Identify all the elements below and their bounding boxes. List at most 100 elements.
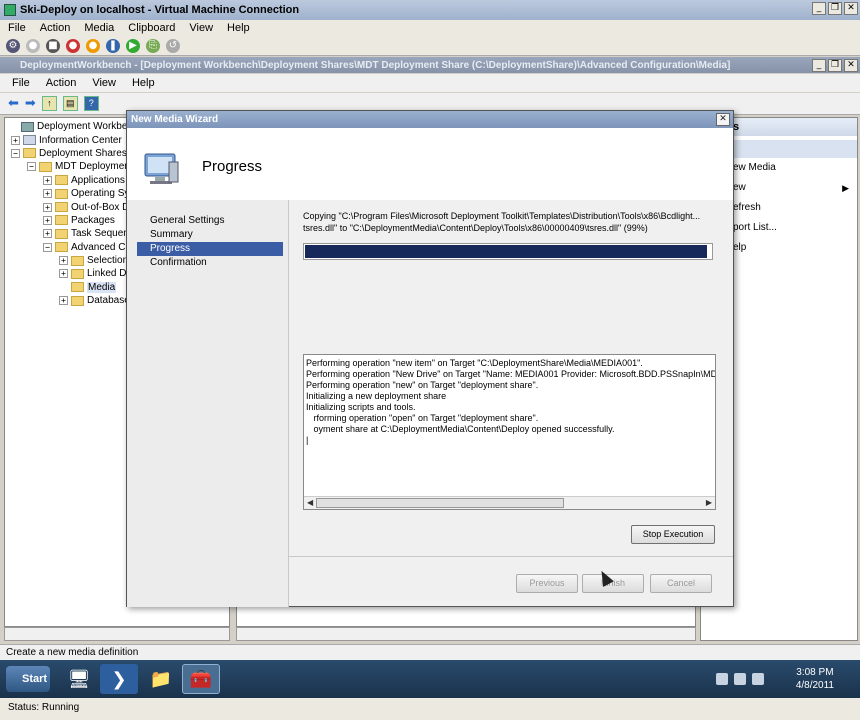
wizard-page-heading: Progress bbox=[202, 158, 263, 175]
network-icon[interactable] bbox=[734, 673, 746, 685]
log-line: Initializing a new deployment share bbox=[306, 391, 447, 401]
clock[interactable]: 3:08 PM 4/8/2011 bbox=[796, 666, 834, 692]
mmc-menu-help[interactable]: Help bbox=[132, 77, 155, 89]
media-folder-icon bbox=[71, 282, 84, 293]
vm-close-button[interactable]: ✕ bbox=[844, 2, 858, 15]
mmc-restore-button[interactable]: ❐ bbox=[828, 59, 842, 72]
mmc-window-title: DeploymentWorkbench - [Deployment Workbe… bbox=[20, 59, 731, 71]
tree-label: MDT Deployment bbox=[55, 161, 133, 173]
progress-bar bbox=[303, 243, 713, 260]
tree-horizontal-scrollbar[interactable] bbox=[4, 627, 230, 641]
log-line: Initializing scripts and tools. bbox=[306, 402, 416, 412]
mmc-title-bar: DeploymentWorkbench - [Deployment Workbe… bbox=[0, 57, 860, 73]
expand-toggle[interactable]: + bbox=[59, 269, 68, 279]
flag-icon[interactable] bbox=[716, 673, 728, 685]
forward-arrow-icon[interactable]: ➡ bbox=[25, 96, 36, 111]
tree-label: Operating Sy bbox=[71, 188, 130, 200]
finish-button[interactable]: Finish bbox=[582, 574, 644, 593]
folder-icon bbox=[55, 175, 68, 186]
vm-menu-media[interactable]: Media bbox=[84, 22, 114, 34]
divider bbox=[289, 556, 733, 557]
mmc-close-button[interactable]: ✕ bbox=[844, 59, 858, 72]
log-line: Performing operation "New Drive" on Targ… bbox=[306, 369, 715, 379]
vm-menu-file[interactable]: File bbox=[8, 22, 26, 34]
vm-title-bar: Ski-Deploy on localhost - Virtual Machin… bbox=[0, 0, 860, 20]
progress-bar-fill bbox=[305, 245, 707, 258]
tree-label: Applications bbox=[71, 174, 125, 186]
tree-label: Advanced Co bbox=[71, 241, 132, 253]
workbench-icon bbox=[21, 121, 34, 132]
ctrl-alt-del-icon[interactable]: ⚙ bbox=[6, 38, 20, 53]
turn-off-icon[interactable]: ■ bbox=[46, 38, 60, 53]
vm-menu-action[interactable]: Action bbox=[40, 22, 71, 34]
copying-line-1: Copying "C:\Program Files\Microsoft Depl… bbox=[303, 211, 701, 221]
expand-toggle[interactable]: + bbox=[59, 296, 68, 306]
system-tray bbox=[716, 673, 764, 685]
log-line: | bbox=[306, 435, 309, 445]
stop-execution-button[interactable]: Stop Execution bbox=[631, 525, 715, 544]
vm-minimize-button[interactable]: _ bbox=[812, 2, 826, 15]
expand-toggle[interactable]: − bbox=[43, 242, 52, 252]
expand-toggle[interactable]: + bbox=[43, 215, 52, 225]
results-horizontal-scrollbar[interactable] bbox=[236, 627, 696, 641]
expand-toggle[interactable]: − bbox=[11, 148, 20, 158]
server-manager-icon[interactable]: 🖥 bbox=[60, 664, 98, 694]
expand-toggle[interactable]: + bbox=[43, 202, 52, 212]
vm-toolbar: ⚙ ● ■ ● ● ❚ ▶ ⎘ ↺ bbox=[0, 36, 860, 56]
save-state-icon[interactable]: ● bbox=[86, 38, 100, 53]
deployment-workbench-taskbar-icon[interactable]: 🧰 bbox=[182, 664, 220, 694]
expand-toggle[interactable]: + bbox=[43, 175, 52, 185]
clock-time: 3:08 PM bbox=[796, 667, 834, 678]
mmc-menu-file[interactable]: File bbox=[12, 77, 30, 89]
expand-toggle[interactable]: + bbox=[43, 229, 52, 239]
mmc-menu-view[interactable]: View bbox=[92, 77, 116, 89]
folder-icon bbox=[71, 268, 84, 279]
step-general-settings: General Settings bbox=[150, 215, 225, 226]
tree-label: Information Center bbox=[39, 134, 122, 146]
expand-toggle[interactable]: + bbox=[43, 189, 52, 199]
vm-menu-clipboard[interactable]: Clipboard bbox=[128, 22, 175, 34]
start-vm-icon[interactable]: ● bbox=[26, 38, 40, 53]
step-progress: Progress bbox=[137, 242, 283, 256]
explorer-icon[interactable]: 📁 bbox=[142, 664, 180, 694]
folder-icon bbox=[23, 148, 36, 159]
info-center-icon bbox=[23, 135, 36, 146]
back-arrow-icon[interactable]: ⬅ bbox=[8, 96, 19, 111]
pause-icon[interactable]: ❚ bbox=[106, 38, 120, 53]
expand-toggle[interactable]: − bbox=[27, 162, 36, 172]
previous-button[interactable]: Previous bbox=[516, 574, 578, 593]
revert-icon[interactable]: ↺ bbox=[166, 38, 180, 53]
shutdown-icon[interactable]: ● bbox=[66, 38, 80, 53]
execution-log[interactable]: Performing operation "new item" on Targe… bbox=[303, 354, 716, 510]
scroll-left-icon[interactable]: ◀ bbox=[307, 497, 313, 509]
play-icon[interactable]: ▶ bbox=[126, 38, 140, 53]
scrollbar-thumb[interactable] bbox=[316, 498, 564, 508]
new-media-wizard-dialog: New Media Wizard ✕ Progress General Sett… bbox=[126, 110, 734, 607]
up-folder-icon[interactable]: ↑ bbox=[41, 96, 57, 111]
log-horizontal-scrollbar[interactable]: ◀ ▶ bbox=[304, 496, 715, 509]
snapshot-icon[interactable]: ⎘ bbox=[146, 38, 160, 53]
start-button[interactable]: Start bbox=[6, 666, 50, 692]
scroll-right-icon[interactable]: ▶ bbox=[706, 497, 712, 509]
mmc-menu-action[interactable]: Action bbox=[46, 77, 77, 89]
volume-icon[interactable] bbox=[752, 673, 764, 685]
wizard-close-button[interactable]: ✕ bbox=[716, 113, 730, 126]
vm-restore-button[interactable]: ❐ bbox=[828, 2, 842, 15]
log-line: oyment share at C:\DeploymentMedia\Conte… bbox=[306, 424, 615, 434]
cancel-button[interactable]: Cancel bbox=[650, 574, 712, 593]
folder-icon bbox=[39, 161, 52, 172]
expand-toggle[interactable]: + bbox=[11, 135, 20, 145]
vm-menu-help[interactable]: Help bbox=[227, 22, 250, 34]
help-icon[interactable]: ? bbox=[83, 96, 99, 111]
tree-label: Task Sequenc bbox=[71, 228, 134, 240]
powershell-icon[interactable]: ❯ bbox=[100, 664, 138, 694]
copying-line-2: tsres.dll" to "C:\DeploymentMedia\Conten… bbox=[303, 223, 648, 233]
wizard-title: New Media Wizard bbox=[131, 114, 219, 125]
copying-status: Copying "C:\Program Files\Microsoft Depl… bbox=[303, 210, 713, 234]
mmc-minimize-button[interactable]: _ bbox=[812, 59, 826, 72]
log-line: Performing operation "new" on Target "de… bbox=[306, 380, 539, 390]
expand-toggle[interactable]: + bbox=[59, 256, 68, 266]
show-hide-tree-icon[interactable]: ▤ bbox=[62, 96, 78, 111]
vm-app-icon bbox=[4, 4, 16, 16]
vm-menu-view[interactable]: View bbox=[189, 22, 213, 34]
